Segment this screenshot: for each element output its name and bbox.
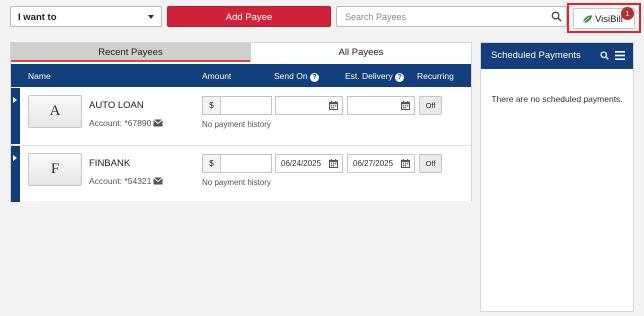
- mail-icon: [153, 177, 164, 187]
- chevron-right-icon: [13, 97, 17, 103]
- column-amount: Amount: [202, 71, 232, 81]
- add-payee-button[interactable]: Add Payee: [167, 6, 331, 27]
- search-payees-box: [336, 6, 567, 27]
- est-delivery-value: 06/27/2025: [353, 159, 394, 168]
- payee-row: A AUTO LOAN Account: *67890 $ No payment…: [11, 88, 471, 144]
- payment-history-note: No payment history: [202, 178, 271, 187]
- help-icon[interactable]: ?: [309, 73, 319, 82]
- payee-tabs: Recent Payees All Payees: [11, 43, 471, 62]
- payee-account: Account: *54321: [89, 176, 164, 187]
- payee-name[interactable]: FINBANK: [89, 158, 130, 169]
- column-send-on-label: Send On: [274, 71, 308, 81]
- payee-account-number: Account: *54321: [89, 176, 152, 186]
- search-icon[interactable]: [551, 11, 562, 25]
- recurring-toggle[interactable]: Off: [419, 154, 442, 173]
- search-icon[interactable]: [600, 51, 609, 63]
- send-on-date-input[interactable]: [275, 96, 343, 115]
- scheduled-payments-header: Scheduled Payments: [481, 43, 633, 69]
- payee-name[interactable]: AUTO LOAN: [89, 100, 144, 111]
- send-on-date-input[interactable]: 06/24/2025: [275, 154, 343, 173]
- payees-panel: Recent Payees All Payees Name Amount Sen…: [10, 42, 472, 202]
- help-icon[interactable]: ?: [395, 73, 405, 82]
- payee-row: F FINBANK Account: *54321 $ No payment h…: [11, 145, 471, 202]
- calendar-icon[interactable]: [401, 159, 410, 171]
- est-delivery-date-input[interactable]: [347, 96, 415, 115]
- notification-badge: 1: [621, 7, 634, 20]
- search-payees-input[interactable]: [343, 11, 533, 23]
- column-recurring: Recurring: [417, 71, 454, 81]
- column-est-delivery: Est. Delivery ?: [345, 71, 405, 82]
- column-name: Name: [28, 71, 51, 81]
- i-want-to-label: I want to: [18, 12, 57, 23]
- recurring-toggle[interactable]: Off: [419, 96, 442, 115]
- scheduled-payments-title: Scheduled Payments: [491, 50, 581, 61]
- column-est-delivery-label: Est. Delivery: [345, 71, 393, 81]
- tab-all-payees[interactable]: All Payees: [250, 43, 471, 62]
- caret-down-icon: [148, 15, 154, 19]
- mail-icon: [153, 119, 164, 129]
- payment-history-note: No payment history: [202, 120, 271, 129]
- calendar-icon[interactable]: [329, 159, 338, 171]
- calendar-icon[interactable]: [329, 101, 338, 113]
- row-expander[interactable]: [11, 88, 20, 144]
- row-expander[interactable]: [11, 146, 20, 202]
- amount-field: $: [202, 96, 272, 115]
- visibill-button[interactable]: VisiBill 1: [573, 7, 635, 29]
- leaf-icon: [582, 14, 593, 27]
- amount-input[interactable]: [220, 154, 272, 173]
- scheduled-payments-panel: Scheduled Payments There are no schedule…: [480, 42, 634, 312]
- visibill-highlight: VisiBill 1: [567, 3, 641, 33]
- payee-avatar[interactable]: F: [28, 153, 82, 186]
- calendar-icon[interactable]: [401, 101, 410, 113]
- est-delivery-date-input[interactable]: 06/27/2025: [347, 154, 415, 173]
- send-on-value: 06/24/2025: [281, 159, 322, 168]
- visibill-label: VisiBill: [595, 14, 623, 25]
- column-send-on: Send On ?: [274, 71, 319, 82]
- currency-prefix: $: [202, 96, 221, 115]
- i-want-to-select[interactable]: I want to: [10, 6, 162, 27]
- amount-input[interactable]: [220, 96, 272, 115]
- currency-prefix: $: [202, 154, 221, 173]
- menu-icon[interactable]: [615, 51, 625, 63]
- payee-account-number: Account: *67890: [89, 118, 152, 128]
- tab-recent-payees[interactable]: Recent Payees: [11, 43, 250, 62]
- amount-field: $: [202, 154, 272, 173]
- payee-table-header: Name Amount Send On ? Est. Delivery ? Re…: [11, 64, 471, 87]
- payee-account: Account: *67890: [89, 118, 164, 129]
- payee-avatar[interactable]: A: [28, 95, 82, 128]
- empty-state-message: There are no scheduled payments.: [491, 94, 623, 104]
- chevron-right-icon: [13, 155, 17, 161]
